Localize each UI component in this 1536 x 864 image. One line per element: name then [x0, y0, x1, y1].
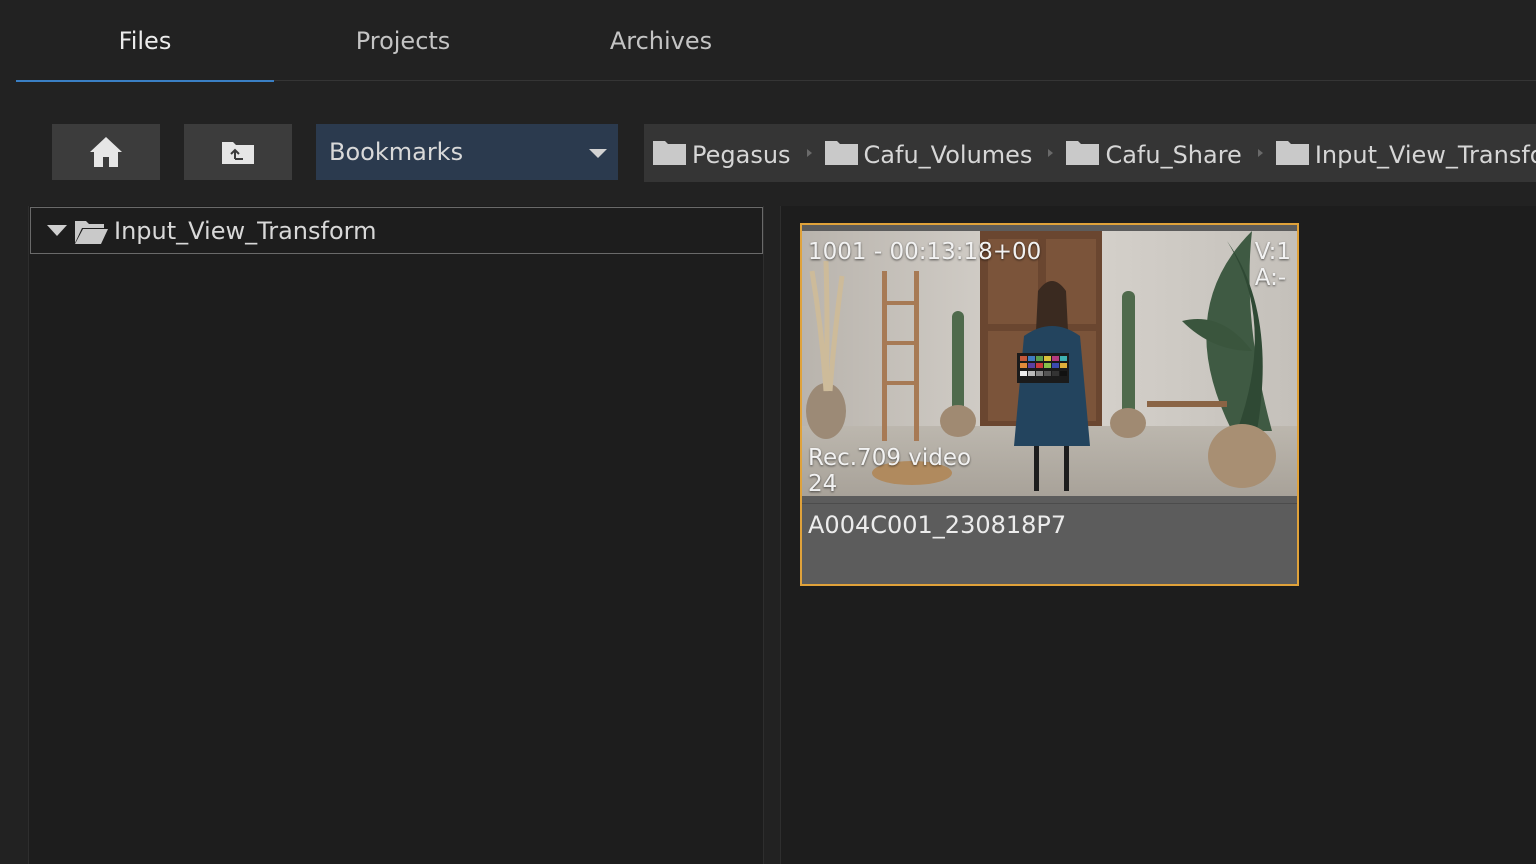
- folder-tree-panel: Input_View_Transform: [28, 206, 764, 864]
- card-divider: [802, 503, 1297, 504]
- breadcrumb-item-input-view-transform[interactable]: Input_View_Transform: [1275, 141, 1536, 169]
- tab-label: Files: [118, 26, 172, 55]
- tree-item-label: Input_View_Transform: [114, 216, 377, 245]
- breadcrumb-separator-icon: [1048, 149, 1054, 157]
- parent-folder-button[interactable]: [184, 124, 292, 180]
- clip-thumbnail: 1001 - 00:13:18+00 V:1 A:- Rec.709 video…: [802, 231, 1297, 496]
- folder-up-icon: [222, 142, 254, 164]
- breadcrumb-item-cafu-volumes[interactable]: Cafu_Volumes: [824, 141, 1033, 169]
- breadcrumb-label: Input_View_Transform: [1314, 141, 1536, 169]
- audio-tracks: A:-: [1254, 265, 1287, 291]
- clip-fps: 24: [808, 471, 838, 496]
- video-tracks: V:1: [1254, 239, 1291, 265]
- home-icon: [90, 137, 122, 167]
- folder-icon: [824, 141, 858, 165]
- breadcrumb: Pegasus Cafu_Volumes Cafu_Share Input_Vi…: [644, 124, 1536, 182]
- open-folder-icon: [75, 220, 108, 244]
- tab-files[interactable]: Files: [16, 0, 274, 82]
- breadcrumb-label: Cafu_Volumes: [863, 141, 1033, 169]
- clip-name: A004C001_230818P7: [808, 511, 1067, 539]
- breadcrumb-separator-icon: [1257, 149, 1263, 157]
- breadcrumb-separator-icon: [806, 149, 812, 157]
- breadcrumb-label: Pegasus: [692, 141, 791, 169]
- tab-archives[interactable]: Archives: [532, 0, 790, 81]
- bookmarks-dropdown[interactable]: Bookmarks: [316, 124, 618, 180]
- tab-bar: Files Projects Archives: [16, 0, 1536, 82]
- breadcrumb-item-cafu-share[interactable]: Cafu_Share: [1066, 141, 1242, 169]
- tab-label: Projects: [355, 26, 451, 55]
- clip-timecode: 1001 - 00:13:18+00: [808, 239, 1042, 265]
- bookmarks-label: Bookmarks: [329, 138, 464, 166]
- folder-icon: [653, 141, 686, 165]
- tab-label: Archives: [609, 26, 713, 55]
- clip-format-info: Rec.709 video 24: [808, 445, 971, 496]
- folder-icon: [1066, 141, 1100, 165]
- expand-triangle-icon[interactable]: [47, 225, 67, 236]
- clip-tracks: V:1 A:-: [1255, 239, 1291, 291]
- breadcrumb-item-pegasus[interactable]: Pegasus: [653, 141, 791, 169]
- folder-icon: [1275, 141, 1309, 165]
- tab-projects[interactable]: Projects: [274, 0, 532, 81]
- home-button[interactable]: [52, 124, 160, 180]
- tree-item-input-view-transform[interactable]: Input_View_Transform: [30, 207, 763, 254]
- chevron-down-icon: [589, 149, 607, 158]
- clip-colorspace: Rec.709 video: [808, 445, 972, 471]
- breadcrumb-label: Cafu_Share: [1105, 141, 1242, 169]
- clip-card[interactable]: 1001 - 00:13:18+00 V:1 A:- Rec.709 video…: [800, 223, 1299, 586]
